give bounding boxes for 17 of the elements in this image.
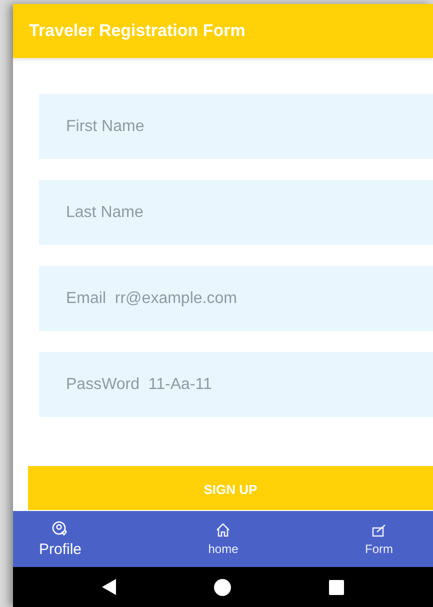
system-button[interactable] bbox=[102, 579, 116, 595]
pen-form-icon bbox=[371, 522, 387, 538]
home-icon bbox=[214, 578, 231, 596]
input-field[interactable]: First Name bbox=[39, 94, 433, 159]
system-button[interactable] bbox=[329, 580, 344, 594]
profile-icon bbox=[52, 520, 68, 536]
input-field[interactable]: Email rr@example.com bbox=[39, 266, 433, 331]
home-icon bbox=[215, 522, 232, 538]
app-title: Traveler Registration Form bbox=[29, 21, 246, 41]
back-icon bbox=[102, 579, 116, 595]
nav-tab[interactable]: home bbox=[204, 511, 242, 567]
input-field[interactable]: PassWord 11-Aa-11 bbox=[39, 352, 433, 417]
nav-tab[interactable]: Form bbox=[361, 511, 397, 567]
nav-tab[interactable]: Profile bbox=[35, 511, 86, 567]
system-button[interactable] bbox=[214, 578, 231, 596]
recents-icon bbox=[329, 580, 344, 594]
input-field[interactable]: Last Name bbox=[39, 180, 433, 245]
